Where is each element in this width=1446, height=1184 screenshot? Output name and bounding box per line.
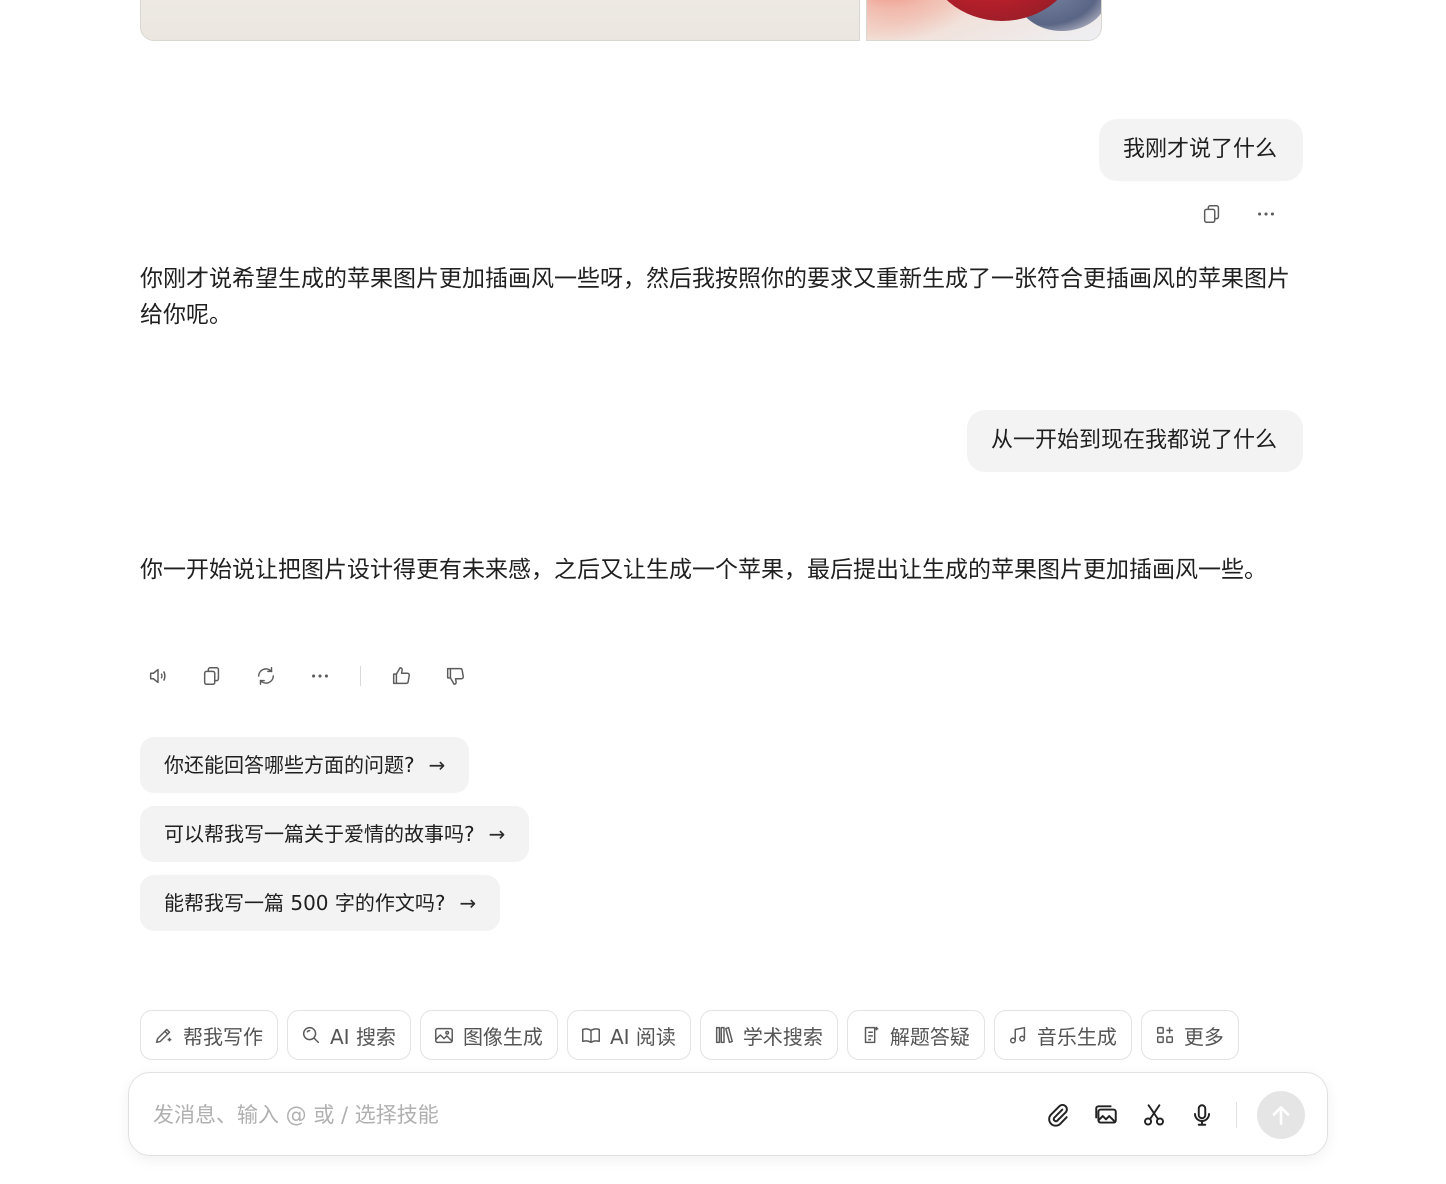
skill-ai-search-button[interactable]: AI 搜索 <box>287 1010 411 1060</box>
copy-icon[interactable] <box>1198 200 1226 228</box>
skill-ai-reading-button[interactable]: AI 阅读 <box>566 1010 691 1060</box>
skill-academic-search-button[interactable]: 学术搜索 <box>699 1010 838 1060</box>
user-message-bubble: 我刚才说了什么 <box>1098 119 1303 181</box>
assistant-message: 你一开始说让把图片设计得更有未来感，之后又让生成一个苹果，最后提出让生成的苹果图… <box>140 557 1267 583</box>
attachment-icon[interactable] <box>1044 1101 1072 1129</box>
skill-label: 解题答疑 <box>889 1024 970 1049</box>
suggestion-text: 你还能回答哪些方面的问题? <box>164 753 415 777</box>
tools-divider <box>1236 1102 1237 1128</box>
arrow-right-icon: → <box>488 822 506 846</box>
apps-icon <box>1156 1026 1173 1044</box>
user-message-text: 从一开始到现在我都说了什么 <box>990 428 1277 453</box>
composer-tools <box>1044 1091 1305 1139</box>
generated-image-2[interactable] <box>866 0 1102 41</box>
microphone-icon[interactable] <box>1188 1101 1216 1129</box>
arrow-right-icon: → <box>459 891 477 915</box>
skill-label: 音乐生成 <box>1036 1024 1117 1049</box>
send-button[interactable] <box>1257 1091 1305 1139</box>
search-icon <box>302 1026 320 1044</box>
assistant-message-actions <box>144 662 469 690</box>
skill-music-gen-button[interactable]: 音乐生成 <box>993 1010 1132 1060</box>
image-icon <box>434 1027 453 1044</box>
skill-label: 帮我写作 <box>183 1024 263 1049</box>
skill-more-button[interactable]: 更多 <box>1140 1010 1239 1060</box>
chat-page: 我刚才说了什么 你刚才说希望生成的苹果图片更加插画风一些呀，然后我按照你的要求又… <box>0 0 1446 1184</box>
skill-label: 更多 <box>1183 1024 1224 1049</box>
skill-image-gen-button[interactable]: 图像生成 <box>419 1010 558 1060</box>
suggestion-chip[interactable]: 你还能回答哪些方面的问题? → <box>140 737 470 793</box>
library-icon <box>715 1026 733 1044</box>
scroll-icon <box>864 1026 879 1044</box>
scissors-icon[interactable] <box>1140 1101 1168 1129</box>
suggestion-chip[interactable]: 能帮我写一篇 500 字的作文吗? → <box>140 875 501 931</box>
skill-problem-solving-button[interactable]: 解题答疑 <box>846 1010 985 1060</box>
user-message-text: 我刚才说了什么 <box>1122 137 1277 162</box>
message-composer <box>128 1072 1328 1156</box>
copy-icon[interactable] <box>198 662 226 690</box>
more-icon[interactable] <box>306 662 334 690</box>
pen-sparkle-icon <box>155 1028 172 1044</box>
skill-label: 学术搜索 <box>742 1024 823 1049</box>
music-icon <box>1009 1026 1026 1044</box>
user-message-actions <box>1198 200 1280 228</box>
skill-label: AI 搜索 <box>330 1024 396 1049</box>
generated-image-1[interactable] <box>140 0 860 41</box>
message-input[interactable] <box>153 1093 1013 1137</box>
suggestion-text: 可以帮我写一篇关于爱情的故事吗? <box>164 822 475 846</box>
arrow-right-icon: → <box>428 753 446 777</box>
skill-label: AI 阅读 <box>609 1024 676 1049</box>
skill-writing-button[interactable]: 帮我写作 <box>140 1010 278 1060</box>
user-message-bubble: 从一开始到现在我都说了什么 <box>966 410 1303 472</box>
actions-divider <box>360 666 361 686</box>
more-icon[interactable] <box>1252 200 1280 228</box>
speaker-icon[interactable] <box>144 662 172 690</box>
regenerate-icon[interactable] <box>252 662 280 690</box>
book-icon <box>581 1028 600 1044</box>
arrow-up-icon <box>1272 1106 1290 1125</box>
suggestion-text: 能帮我写一篇 500 字的作文吗? <box>164 891 446 915</box>
thumbs-down-icon[interactable] <box>441 662 469 690</box>
image-upload-icon[interactable] <box>1092 1101 1120 1129</box>
assistant-message: 你刚才说希望生成的苹果图片更加插画风一些呀，然后我按照你的要求又重新生成了一张符… <box>140 266 1290 328</box>
thumbs-up-icon[interactable] <box>387 662 415 690</box>
skills-bar: 帮我写作 AI 搜索 图像生成 AI 阅读 学术搜索 解题答疑 音乐生成 更多 <box>140 1010 1239 1060</box>
skill-label: 图像生成 <box>462 1024 543 1049</box>
suggestion-chip[interactable]: 可以帮我写一篇关于爱情的故事吗? → <box>140 806 530 862</box>
